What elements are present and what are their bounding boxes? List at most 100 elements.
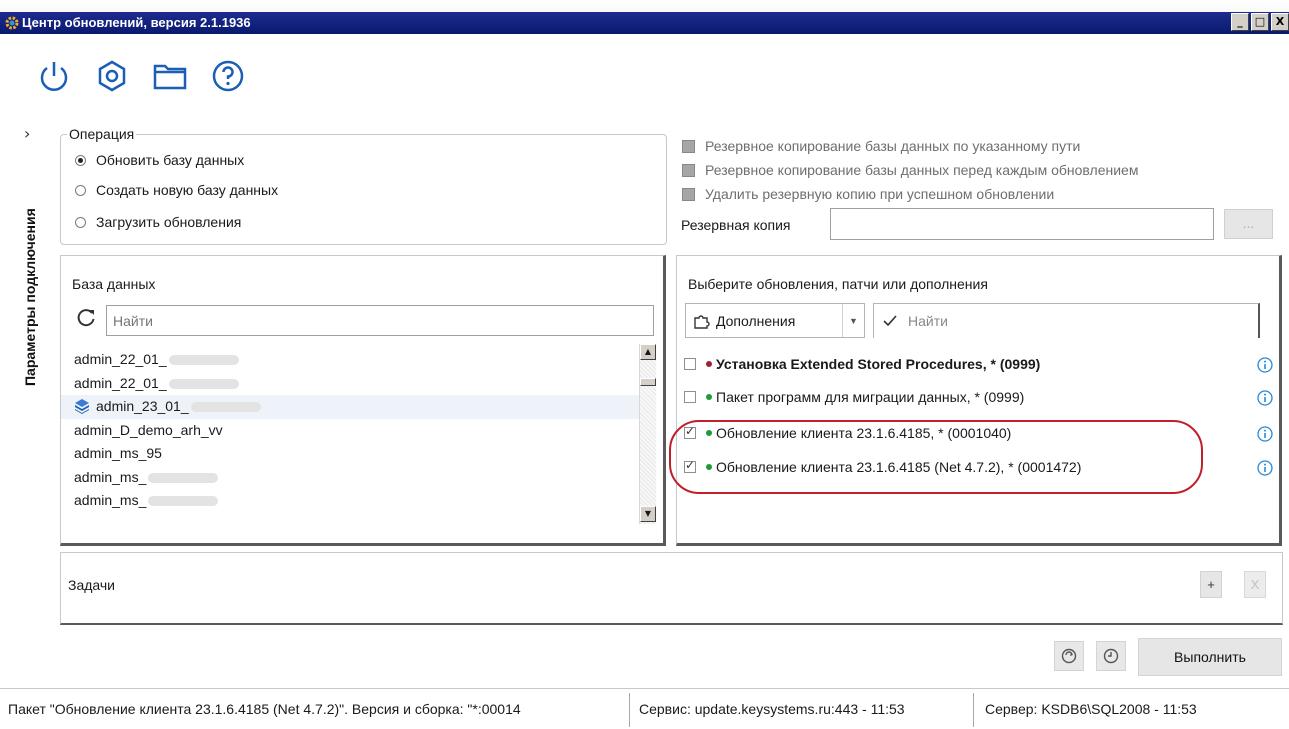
status-service: Сервис: update.keysystems.ru:443 - 11:53 bbox=[639, 701, 905, 717]
redacted-text bbox=[148, 472, 219, 483]
chevron-down-icon[interactable]: ▼ bbox=[842, 304, 864, 337]
update-label: Установка Extended Stored Procedures, * … bbox=[716, 356, 1041, 372]
checkmark-icon[interactable] bbox=[882, 313, 898, 329]
list-item[interactable]: admin_ms_ bbox=[61, 489, 639, 513]
title-bar: Центр обновлений, версия 2.1.1936 _ □ X bbox=[0, 0, 1289, 34]
database-name: admin_ms_ bbox=[74, 468, 147, 485]
radio-label: Создать новую базу данных bbox=[96, 182, 279, 198]
database-search-input[interactable] bbox=[107, 306, 653, 335]
update-checkbox[interactable] bbox=[684, 391, 696, 403]
backup-path-input[interactable] bbox=[830, 208, 1214, 240]
checkbox-disabled bbox=[682, 139, 695, 153]
list-item[interactable]: admin_23_01_ bbox=[61, 395, 639, 419]
radio-label: Загрузить обновления bbox=[96, 214, 242, 230]
operation-legend: Операция bbox=[67, 126, 137, 142]
connection-params-label[interactable]: Параметры подключения bbox=[22, 208, 38, 386]
operation-group: Операция Обновить базу данных Создать но… bbox=[60, 126, 667, 245]
window-title: Центр обновлений, версия 2.1.1936 bbox=[22, 15, 251, 30]
updates-panel: Выберите обновления, патчи или дополнени… bbox=[669, 255, 1282, 546]
run-button[interactable]: Выполнить bbox=[1138, 638, 1282, 676]
backup-path-option: Резервное копирование базы данных по ука… bbox=[682, 138, 1080, 154]
radio-update-db[interactable]: Обновить базу данных bbox=[75, 152, 244, 168]
highlight-annotation bbox=[669, 420, 1203, 494]
expand-chevron-icon[interactable]: › bbox=[24, 124, 30, 143]
radio-button-checked[interactable] bbox=[75, 154, 86, 166]
info-icon[interactable] bbox=[1257, 357, 1273, 373]
delete-backup-option: Удалить резервную копию при успешном обн… bbox=[682, 186, 1054, 202]
database-list[interactable]: admin_22_01_ admin_22_01_ admin_23_01_admi… bbox=[61, 348, 639, 525]
status-dot-icon bbox=[706, 394, 712, 400]
app-gear-icon bbox=[5, 16, 19, 30]
add-task-button[interactable]: + bbox=[1200, 571, 1222, 598]
updates-search-placeholder[interactable]: Найти bbox=[908, 313, 948, 329]
addons-filter-text: Дополнения bbox=[716, 312, 796, 329]
database-search-field[interactable] bbox=[106, 305, 654, 336]
redacted-text bbox=[168, 355, 239, 366]
update-item[interactable]: Установка Extended Stored Procedures, * … bbox=[684, 356, 1040, 372]
list-item[interactable]: admin_22_01_ bbox=[61, 372, 639, 396]
redacted-text bbox=[190, 402, 261, 413]
backup-option-label: Резервное копирование базы данных по ука… bbox=[705, 138, 1081, 154]
status-separator bbox=[629, 693, 630, 727]
radio-button[interactable] bbox=[75, 184, 86, 196]
addons-filter-label: Дополнения bbox=[692, 312, 842, 330]
radio-create-db[interactable]: Создать новую базу данных bbox=[75, 182, 278, 198]
redacted-text bbox=[148, 496, 219, 507]
cloud-sync-icon bbox=[1061, 648, 1077, 664]
addons-filter-dropdown[interactable]: Дополнения ▼ bbox=[685, 303, 865, 338]
database-title: База данных bbox=[72, 276, 156, 292]
browse-button[interactable]: ... bbox=[1224, 209, 1273, 239]
database-name: admin_ms_ bbox=[74, 492, 147, 508]
folder-icon[interactable] bbox=[152, 58, 188, 94]
database-name: admin_22_01_ bbox=[74, 374, 167, 391]
maximize-button[interactable]: □ bbox=[1251, 13, 1269, 31]
info-icon[interactable] bbox=[1257, 460, 1273, 476]
updates-search-field[interactable]: Найти bbox=[873, 303, 1260, 338]
checkbox-disabled bbox=[682, 187, 695, 201]
backup-option-label: Удалить резервную копию при успешном обн… bbox=[705, 186, 1055, 202]
update-label: Пакет программ для миграции данных, * (0… bbox=[716, 389, 1025, 405]
status-dot-icon bbox=[706, 361, 712, 367]
list-item[interactable]: admin_22_01_ bbox=[61, 348, 639, 372]
refresh-icon[interactable] bbox=[75, 307, 97, 329]
backup-option-label: Резервное копирование базы данных перед … bbox=[705, 162, 1139, 178]
minimize-button[interactable]: _ bbox=[1231, 13, 1249, 31]
tasks-label: Задачи bbox=[68, 577, 116, 593]
clock-icon bbox=[1103, 648, 1119, 664]
settings-icon[interactable] bbox=[94, 58, 130, 94]
radio-load-updates[interactable]: Загрузить обновления bbox=[75, 214, 241, 230]
update-item[interactable]: Пакет программ для миграции данных, * (0… bbox=[684, 389, 1024, 405]
database-scrollbar[interactable]: ▲ ▼ bbox=[639, 344, 656, 524]
list-item[interactable]: admin_ms_ bbox=[61, 466, 639, 490]
checkbox-disabled bbox=[682, 163, 695, 177]
puzzle-icon bbox=[694, 314, 710, 329]
database-icon bbox=[75, 399, 89, 414]
database-name: admin_D_demo_arh_vv bbox=[74, 421, 223, 438]
status-package: Пакет "Обновление клиента 23.1.6.4185 (N… bbox=[8, 701, 521, 717]
radio-label: Обновить базу данных bbox=[96, 152, 245, 168]
list-item[interactable]: admin_D_demo_arh_vv bbox=[61, 419, 639, 443]
scroll-up-button[interactable]: ▲ bbox=[640, 344, 656, 360]
close-button[interactable]: X bbox=[1271, 13, 1289, 31]
list-item[interactable]: admin_ms_95 bbox=[61, 442, 639, 466]
status-server: Сервер: KSDB6\SQL2008 - 11:53 bbox=[985, 701, 1197, 717]
power-icon[interactable] bbox=[36, 58, 72, 94]
radio-button[interactable] bbox=[75, 216, 86, 228]
database-name: admin_ms_95 bbox=[74, 445, 162, 461]
status-separator bbox=[973, 693, 974, 727]
tasks-panel: Задачи + X bbox=[60, 552, 1283, 625]
cloud-sync-button[interactable] bbox=[1054, 641, 1084, 671]
help-icon[interactable] bbox=[210, 58, 246, 94]
scroll-thumb[interactable] bbox=[640, 378, 656, 386]
redacted-text bbox=[168, 378, 239, 389]
database-name: admin_22_01_ bbox=[74, 351, 167, 367]
info-icon[interactable] bbox=[1257, 426, 1273, 442]
update-checkbox[interactable] bbox=[684, 358, 696, 370]
database-name: admin_23_01_ bbox=[96, 398, 189, 414]
toolbar bbox=[36, 58, 246, 94]
backup-copy-label: Резервная копия bbox=[681, 217, 791, 233]
schedule-button[interactable] bbox=[1096, 641, 1126, 671]
remove-task-button[interactable]: X bbox=[1244, 571, 1266, 598]
info-icon[interactable] bbox=[1257, 390, 1273, 406]
scroll-down-button[interactable]: ▼ bbox=[640, 506, 656, 522]
